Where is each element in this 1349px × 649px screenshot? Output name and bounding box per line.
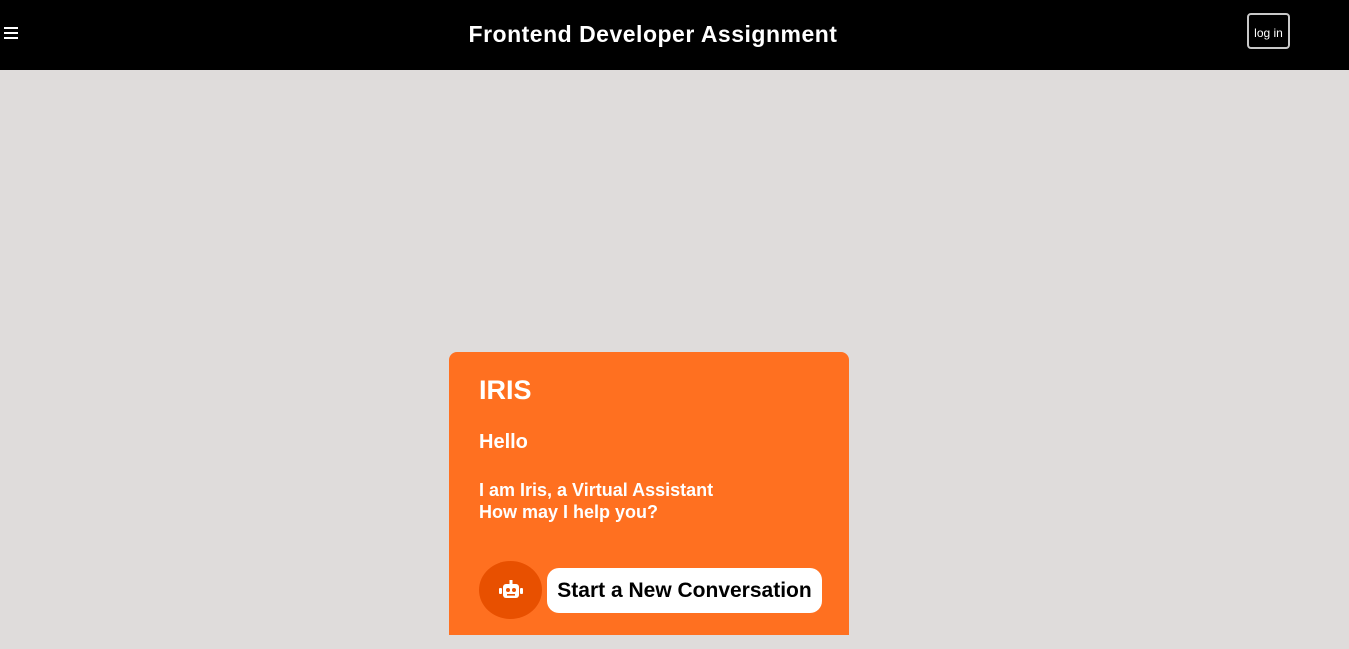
- start-conversation-button[interactable]: Start a New Conversation: [547, 568, 822, 613]
- assistant-card: IRIS Hello I am Iris, a Virtual Assistan…: [449, 352, 849, 635]
- app-title: Frontend Developer Assignment: [468, 21, 838, 47]
- intro-message-line-2: How may I help you?: [479, 502, 659, 522]
- intro-message-line-1: I am Iris, a Virtual Assistant: [479, 480, 714, 500]
- assistant-name: IRIS: [479, 375, 532, 405]
- top-navbar: Frontend Developer Assignment log in: [0, 0, 1349, 70]
- login-button[interactable]: log in: [1247, 13, 1290, 49]
- robot-icon: [499, 580, 523, 598]
- bot-avatar: [479, 561, 542, 619]
- greeting-text: Hello: [479, 431, 528, 453]
- intro-message: I am Iris, a Virtual Assistant How may I…: [479, 479, 713, 523]
